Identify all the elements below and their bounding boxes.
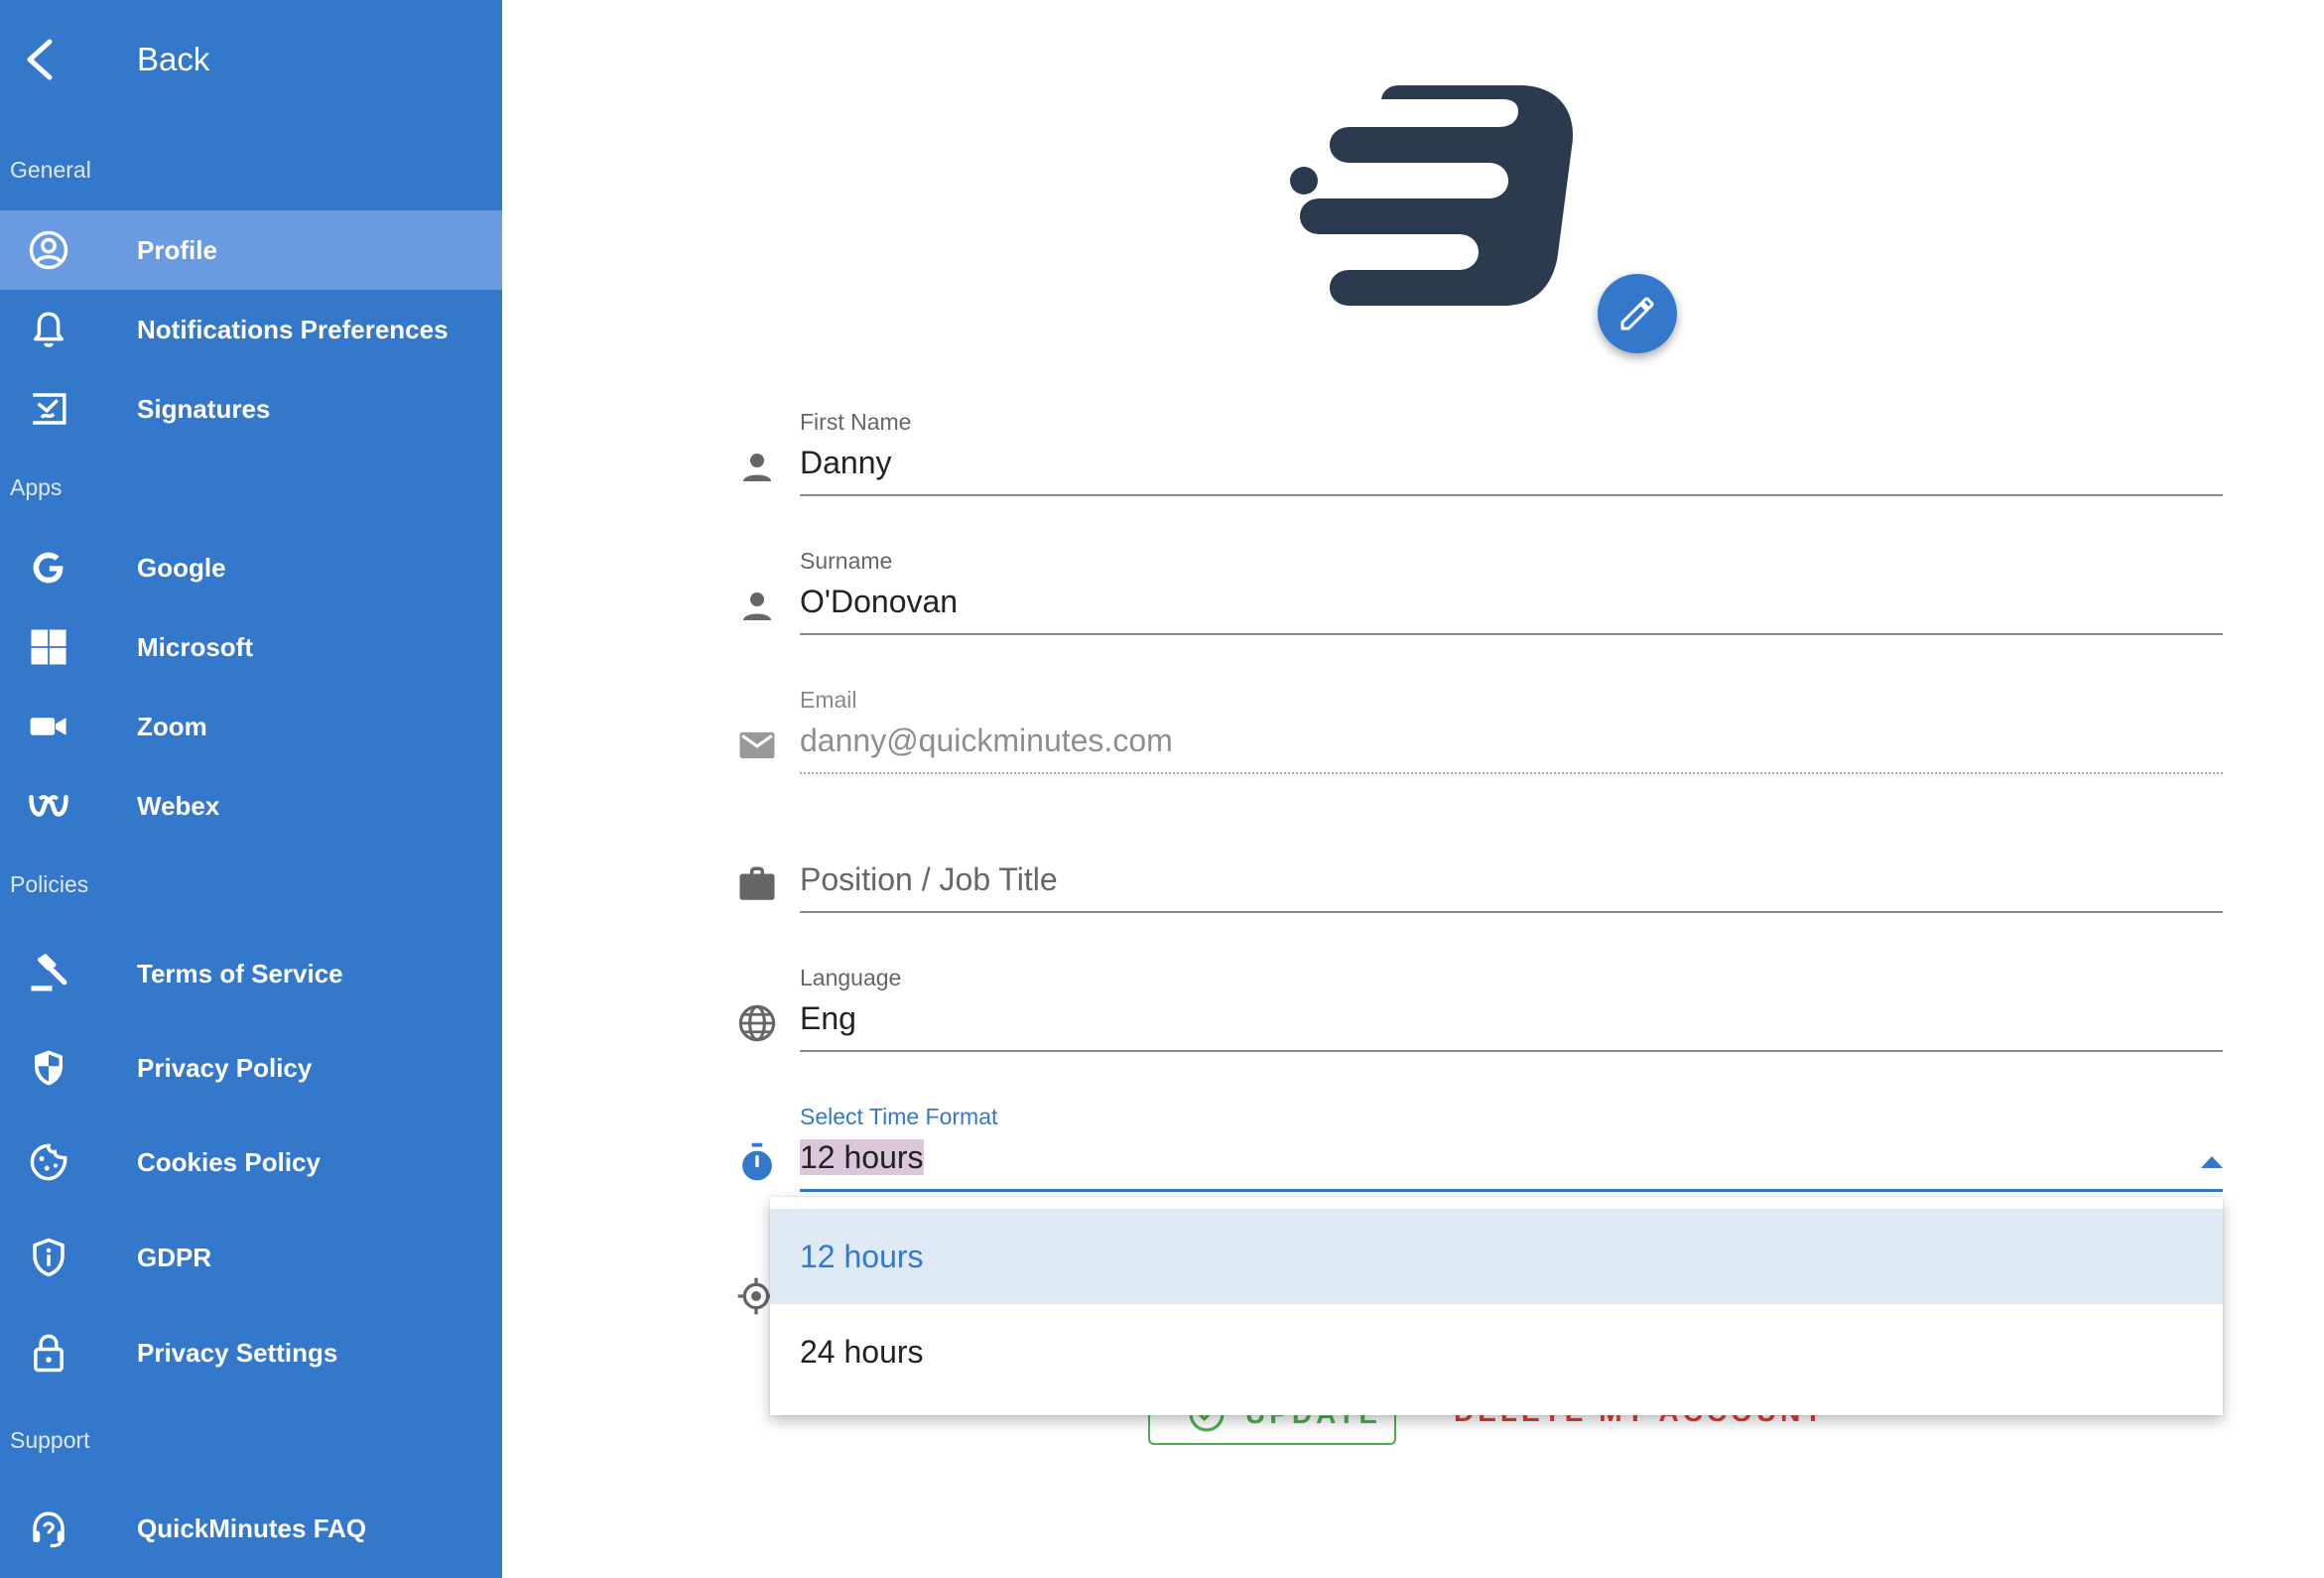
sidebar-item-cookies[interactable]: Cookies Policy bbox=[0, 1122, 502, 1202]
section-label-support: Support bbox=[10, 1427, 90, 1453]
headset-icon bbox=[28, 1508, 69, 1549]
sidebar-item-label: Terms of Service bbox=[137, 959, 343, 988]
section-label-apps: Apps bbox=[10, 474, 63, 500]
profile-avatar-logo bbox=[1290, 85, 1578, 310]
person-icon bbox=[736, 586, 778, 627]
edit-avatar-button[interactable] bbox=[1598, 274, 1677, 353]
time-format-underline bbox=[800, 1189, 2223, 1192]
sidebar-item-label: Zoom bbox=[137, 712, 207, 741]
time-format-option-12[interactable]: 12 hours bbox=[770, 1209, 2223, 1304]
envelope-icon bbox=[736, 724, 778, 766]
briefcase-icon bbox=[736, 863, 778, 905]
shield-icon bbox=[28, 1047, 69, 1089]
sidebar-item-label: Cookies Policy bbox=[137, 1147, 321, 1177]
first-name-field[interactable]: First Name Danny bbox=[734, 407, 2223, 536]
signature-icon bbox=[28, 388, 69, 430]
section-label-general: General bbox=[10, 157, 91, 183]
globe-icon bbox=[736, 1002, 778, 1044]
person-icon bbox=[736, 447, 778, 488]
first-name-underline bbox=[800, 494, 2223, 496]
time-format-menu: 12 hours 24 hours bbox=[770, 1197, 2223, 1415]
back-button[interactable]: Back bbox=[0, 0, 502, 119]
email-field: Email danny@quickminutes.com bbox=[734, 685, 2223, 814]
option-label: 12 hours bbox=[800, 1239, 924, 1274]
sidebar-item-privacy-settings[interactable]: Privacy Settings bbox=[0, 1313, 502, 1392]
cookie-icon bbox=[28, 1141, 69, 1183]
sidebar-item-label: GDPR bbox=[137, 1243, 212, 1272]
back-label: Back bbox=[137, 41, 210, 77]
surname-field[interactable]: Surname O'Donovan bbox=[734, 546, 2223, 675]
webex-icon bbox=[28, 785, 69, 827]
position-field[interactable]: Position / Job Title bbox=[734, 824, 2223, 953]
account-circle-icon bbox=[28, 229, 69, 271]
sidebar-item-webex[interactable]: Webex bbox=[0, 766, 502, 846]
stopwatch-icon bbox=[736, 1141, 778, 1183]
time-format-label: Select Time Format bbox=[800, 1104, 998, 1129]
sidebar-item-faq[interactable]: QuickMinutes FAQ bbox=[0, 1489, 502, 1568]
sidebar-item-terms[interactable]: Terms of Service bbox=[0, 934, 502, 1013]
microsoft-icon bbox=[28, 626, 69, 668]
sidebar-item-notifications[interactable]: Notifications Preferences bbox=[0, 290, 502, 369]
email-value: danny@quickminutes.com bbox=[800, 723, 1173, 758]
sidebar-item-label: Privacy Settings bbox=[137, 1338, 338, 1368]
sidebar-item-label: Notifications Preferences bbox=[137, 315, 449, 344]
language-underline bbox=[800, 1050, 2223, 1052]
lock-icon bbox=[28, 1332, 69, 1374]
email-underline bbox=[800, 772, 2223, 774]
email-label: Email bbox=[800, 687, 857, 713]
google-icon bbox=[28, 547, 69, 589]
surname-label: Surname bbox=[800, 548, 893, 574]
sidebar-item-label: QuickMinutes FAQ bbox=[137, 1513, 367, 1543]
chevron-left-icon bbox=[22, 38, 58, 81]
time-format-value-text: 12 hours bbox=[800, 1139, 924, 1175]
sidebar-item-label: Privacy Policy bbox=[137, 1053, 313, 1083]
sidebar-item-label: Webex bbox=[137, 791, 220, 821]
pencil-icon bbox=[1620, 297, 1654, 330]
sidebar-item-google[interactable]: Google bbox=[0, 528, 502, 607]
language-label: Language bbox=[800, 965, 902, 990]
gavel-icon bbox=[28, 953, 69, 994]
sidebar-item-label: Google bbox=[137, 553, 226, 583]
position-underline bbox=[800, 911, 2223, 913]
sidebar-item-profile[interactable]: Profile bbox=[0, 210, 502, 290]
time-format-option-24[interactable]: 24 hours bbox=[770, 1304, 2223, 1399]
time-format-value[interactable]: 12 hours bbox=[800, 1139, 924, 1176]
sidebar: Back General Profile Notifications Prefe… bbox=[0, 0, 502, 1578]
surname-underline bbox=[800, 633, 2223, 635]
section-label-policies: Policies bbox=[10, 871, 89, 897]
video-camera-icon bbox=[28, 706, 69, 747]
sidebar-item-label: Signatures bbox=[137, 394, 271, 424]
sidebar-item-microsoft[interactable]: Microsoft bbox=[0, 607, 502, 687]
position-input[interactable]: Position / Job Title bbox=[800, 861, 1058, 898]
bell-icon bbox=[28, 309, 69, 350]
sidebar-item-label: Microsoft bbox=[137, 632, 253, 662]
surname-value[interactable]: O'Donovan bbox=[800, 584, 958, 620]
language-value[interactable]: Eng bbox=[800, 1000, 856, 1037]
sidebar-item-privacy-policy[interactable]: Privacy Policy bbox=[0, 1028, 502, 1108]
sidebar-item-signatures[interactable]: Signatures bbox=[0, 369, 502, 449]
sidebar-item-zoom[interactable]: Zoom bbox=[0, 687, 502, 766]
caret-up-icon[interactable] bbox=[2201, 1155, 2223, 1168]
first-name-value[interactable]: Danny bbox=[800, 445, 892, 481]
first-name-label: First Name bbox=[800, 409, 912, 435]
language-field[interactable]: Language Eng bbox=[734, 963, 2223, 1092]
shield-info-icon bbox=[28, 1237, 69, 1278]
sidebar-item-label: Profile bbox=[137, 235, 217, 265]
option-label: 24 hours bbox=[800, 1334, 924, 1370]
sidebar-item-gdpr[interactable]: GDPR bbox=[0, 1218, 502, 1297]
